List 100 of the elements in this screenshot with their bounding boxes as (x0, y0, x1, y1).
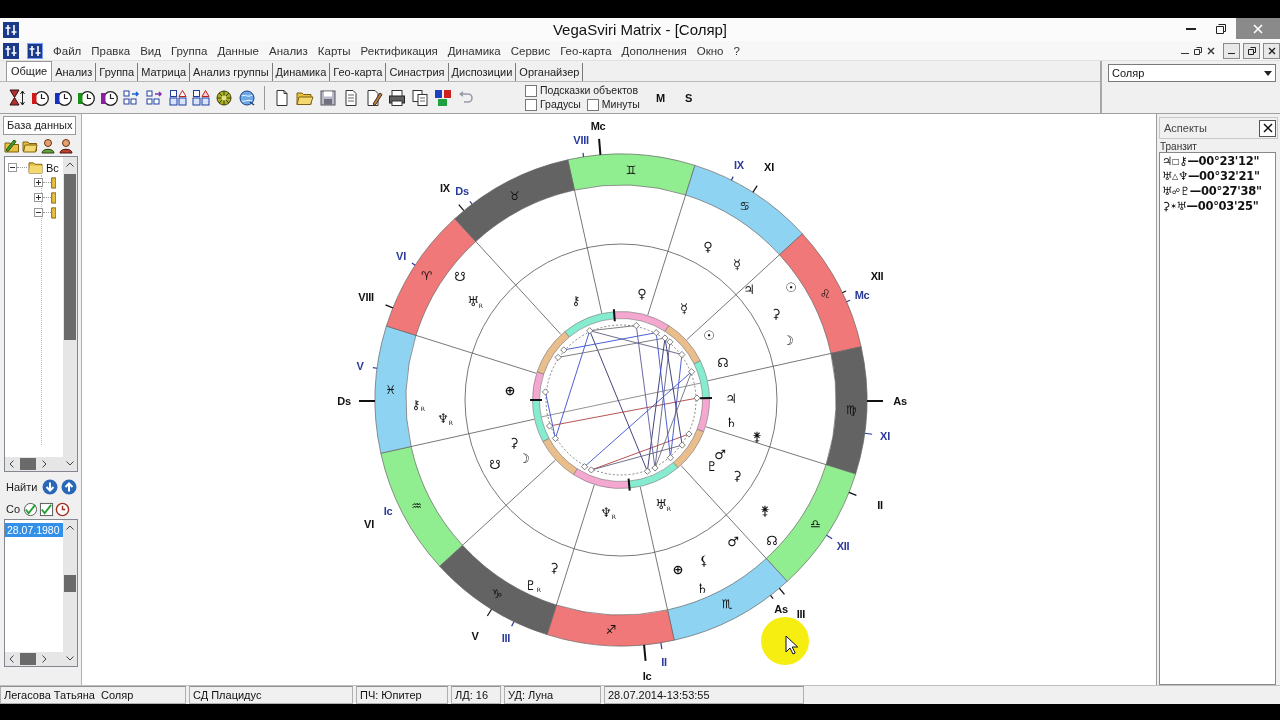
shapes-icon[interactable] (192, 88, 210, 107)
menu-item[interactable]: Правка (86, 44, 136, 57)
tab[interactable]: Группа (96, 63, 139, 81)
wheel-icon[interactable] (215, 88, 233, 107)
menu-item[interactable]: Вид (135, 44, 166, 57)
menu-item[interactable]: Дополнения (616, 44, 692, 57)
events-label: Со (6, 503, 21, 515)
grid-arrow-icon[interactable] (123, 88, 141, 107)
menu-item[interactable]: Ректификация (355, 44, 443, 57)
aspect-row[interactable]: ♃□⚷—00°23'12" (1160, 154, 1275, 169)
minimize-button[interactable] (1223, 42, 1240, 59)
planet-symbol: ♀ (637, 286, 647, 300)
tree-item[interactable]: Вс (46, 161, 59, 174)
scrollbar-thumb[interactable] (64, 575, 76, 592)
document-app-icon[interactable] (27, 42, 43, 59)
minimize-icon[interactable] (1181, 52, 1189, 55)
edit-document-icon[interactable] (365, 88, 383, 107)
tab[interactable]: Динамика (272, 63, 331, 81)
menu-item[interactable]: Сервис (505, 44, 556, 57)
close-icon[interactable] (1207, 46, 1215, 55)
planet-symbol: ⚳ (732, 468, 742, 482)
shapes-icon[interactable] (169, 88, 187, 107)
menu-item[interactable]: Данные (212, 44, 264, 57)
clock-icon[interactable] (77, 88, 95, 107)
clock-icon[interactable] (54, 88, 72, 107)
tab[interactable]: Анализ группы (190, 63, 273, 81)
clock-icon[interactable] (31, 88, 49, 107)
grid-arrow-icon[interactable] (146, 88, 164, 107)
tab[interactable]: Гео-карта (330, 63, 387, 81)
close-button[interactable] (1263, 42, 1280, 59)
folders-icon[interactable] (22, 138, 38, 154)
globe-icon[interactable] (238, 88, 256, 107)
person-icon[interactable] (40, 138, 56, 154)
print-icon[interactable] (388, 88, 406, 107)
tab[interactable]: Общие (6, 61, 53, 81)
menu-item[interactable]: Группа (165, 44, 213, 57)
person-icon[interactable] (58, 138, 74, 154)
tab[interactable]: Синастрия (386, 63, 449, 81)
checkbox-label[interactable]: Градусы (540, 98, 581, 111)
colored-blocks-icon[interactable] (434, 88, 452, 107)
menu-item[interactable]: Файл (48, 44, 87, 57)
menu-item[interactable]: Карты (312, 44, 356, 57)
folder-pencil-icon[interactable] (4, 138, 20, 154)
menu-item[interactable]: Динамика (442, 44, 506, 57)
tree-toggle[interactable] (34, 208, 43, 217)
close-button[interactable] (1259, 119, 1276, 137)
chevron-left-icon[interactable] (9, 460, 14, 468)
chevron-right-icon[interactable] (42, 460, 47, 468)
tree-toggle[interactable] (34, 193, 43, 202)
chevron-down-icon[interactable] (66, 461, 74, 466)
arrow-down-icon[interactable] (42, 479, 59, 495)
tab[interactable]: Матрица (138, 63, 191, 81)
aspect-row[interactable]: ⚳✶♅—00°03'25" (1160, 199, 1275, 214)
horizontal-scrollbar[interactable] (5, 652, 63, 666)
hourglass-icon[interactable] (8, 88, 26, 107)
horizontal-scrollbar[interactable] (5, 457, 63, 471)
chevron-up-icon[interactable] (66, 525, 74, 530)
chevron-up-icon[interactable] (66, 162, 74, 167)
tree-toggle[interactable] (34, 178, 43, 187)
copy-icon[interactable] (411, 88, 429, 107)
chevron-down-icon[interactable] (66, 656, 74, 661)
new-file-icon[interactable] (273, 88, 291, 107)
folder-icon (28, 161, 43, 174)
clock-check-icon[interactable] (23, 501, 39, 517)
tree-toggle[interactable] (8, 163, 17, 172)
restore-icon[interactable] (1194, 46, 1202, 55)
scrollbar-thumb[interactable] (20, 458, 36, 470)
toolbar-button[interactable]: S (681, 89, 697, 106)
chevron-left-icon[interactable] (9, 655, 14, 663)
clock-icon[interactable] (100, 88, 118, 107)
scrollbar-thumb[interactable] (20, 653, 36, 665)
checkmark-icon[interactable] (39, 501, 55, 517)
restore-button[interactable] (1243, 42, 1260, 59)
vertical-scrollbar[interactable] (63, 520, 77, 666)
document-icon[interactable] (342, 88, 360, 107)
aspect-row[interactable]: ♅△♆—00°32'21" (1160, 169, 1275, 184)
folder-icon (51, 191, 56, 204)
menu-item[interactable]: Анализ (263, 44, 313, 57)
toolbar-button[interactable]: M (651, 89, 670, 106)
menu-item[interactable]: ? (728, 44, 745, 57)
scrollbar-thumb[interactable] (64, 174, 76, 340)
menu-item[interactable]: Окно (691, 44, 729, 57)
checkbox[interactable] (525, 84, 537, 97)
checkbox[interactable] (525, 98, 537, 111)
tab[interactable]: Органайзер (516, 63, 584, 81)
database-tab[interactable]: База данных (3, 116, 76, 135)
chart-type-dropdown[interactable]: Соляр (1108, 64, 1276, 82)
checkbox[interactable] (586, 98, 599, 111)
tab[interactable]: Анализ (52, 63, 97, 81)
vertical-scrollbar[interactable] (63, 157, 77, 471)
save-icon[interactable] (319, 88, 337, 107)
checkbox-label[interactable]: Минуты (601, 98, 640, 111)
chevron-right-icon[interactable] (42, 655, 47, 663)
clock-icon[interactable] (55, 501, 71, 517)
tab[interactable]: Диспозиции (448, 63, 517, 81)
checkbox-label[interactable]: Подсказки объектов (540, 84, 638, 97)
menu-item[interactable]: Гео-карта (555, 44, 617, 57)
aspect-row[interactable]: ♅☍♇—00°27'38" (1160, 184, 1275, 199)
app-icon[interactable] (3, 42, 19, 59)
arrow-up-icon[interactable] (61, 479, 78, 495)
